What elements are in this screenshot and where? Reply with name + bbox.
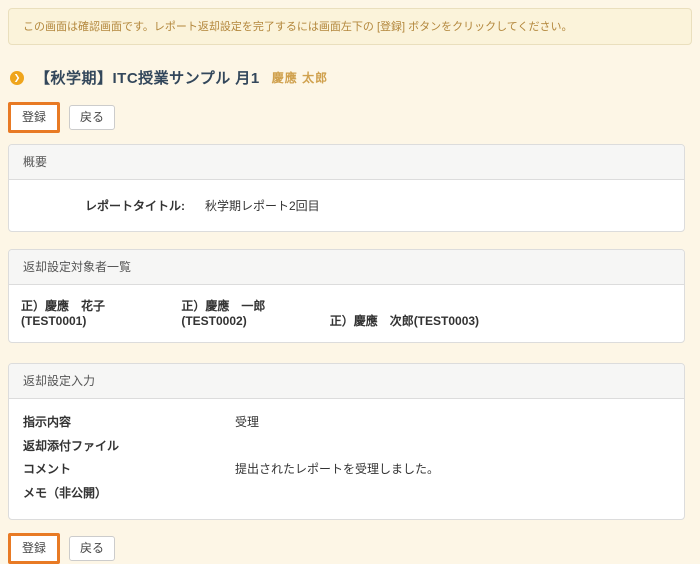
back-button-bottom[interactable]: 戻る: [69, 536, 115, 561]
attachment-row: 返却添付ファイル: [23, 435, 670, 459]
overview-panel-header: 概要: [9, 145, 684, 180]
targets-panel: 返却設定対象者一覧 正）慶應 花子(TEST0001) 正）慶應 一郎(TEST…: [8, 249, 685, 343]
register-highlight-box: 登録: [8, 102, 60, 133]
back-button-top[interactable]: 戻る: [69, 105, 115, 130]
chevron-right-icon: ❯: [10, 71, 24, 85]
student-item: 正）慶應 次郎(TEST0003): [330, 312, 479, 329]
attachment-label: 返却添付ファイル: [23, 435, 235, 459]
targets-panel-body: 正）慶應 花子(TEST0001) 正）慶應 一郎(TEST0002) 正）慶應…: [9, 285, 684, 342]
instructor-name: 慶應 太郎: [272, 69, 328, 86]
comment-row: コメント 提出されたレポートを受理しました。: [23, 458, 670, 482]
instruction-label: 指示内容: [23, 411, 235, 435]
comment-value: 提出されたレポートを受理しました。: [235, 458, 439, 482]
register-highlight-box: 登録: [8, 533, 60, 564]
instruction-value: 受理: [235, 411, 259, 435]
bottom-button-row: 登録 戻る: [8, 533, 692, 563]
comment-label: コメント: [23, 458, 235, 482]
register-button-top[interactable]: 登録: [11, 105, 57, 130]
instruction-row: 指示内容 受理: [23, 411, 670, 435]
overview-panel-body: レポートタイトル: 秋学期レポート2回目: [9, 180, 684, 231]
report-title-row: レポートタイトル: 秋学期レポート2回目: [23, 197, 670, 214]
page-title: 【秋学期】ITC授業サンプル 月1: [35, 67, 260, 88]
overview-panel: 概要 レポートタイトル: 秋学期レポート2回目: [8, 144, 685, 232]
register-button-bottom[interactable]: 登録: [11, 536, 57, 561]
memo-label: メモ（非公開）: [23, 482, 235, 506]
student-item: 正）慶應 花子(TEST0001): [21, 297, 164, 328]
targets-panel-header: 返却設定対象者一覧: [9, 250, 684, 285]
student-item: 正）慶應 一郎(TEST0002): [181, 297, 311, 328]
page-header: ❯ 【秋学期】ITC授業サンプル 月1 慶應 太郎: [10, 67, 692, 88]
page: この画面は確認画面です。レポート返却設定を完了するには画面左下の [登録] ボタ…: [0, 0, 700, 563]
memo-row: メモ（非公開）: [23, 482, 670, 506]
return-input-panel: 返却設定入力 指示内容 受理 返却添付ファイル コメント 提出されたレポートを受…: [8, 363, 685, 520]
confirmation-notice: この画面は確認画面です。レポート返却設定を完了するには画面左下の [登録] ボタ…: [8, 8, 692, 45]
report-title-label: レポートタイトル:: [23, 197, 185, 214]
report-title-value: 秋学期レポート2回目: [205, 197, 320, 214]
return-input-panel-header: 返却設定入力: [9, 364, 684, 399]
top-button-row: 登録 戻る: [8, 102, 692, 132]
return-input-panel-body: 指示内容 受理 返却添付ファイル コメント 提出されたレポートを受理しました。 …: [9, 399, 684, 519]
